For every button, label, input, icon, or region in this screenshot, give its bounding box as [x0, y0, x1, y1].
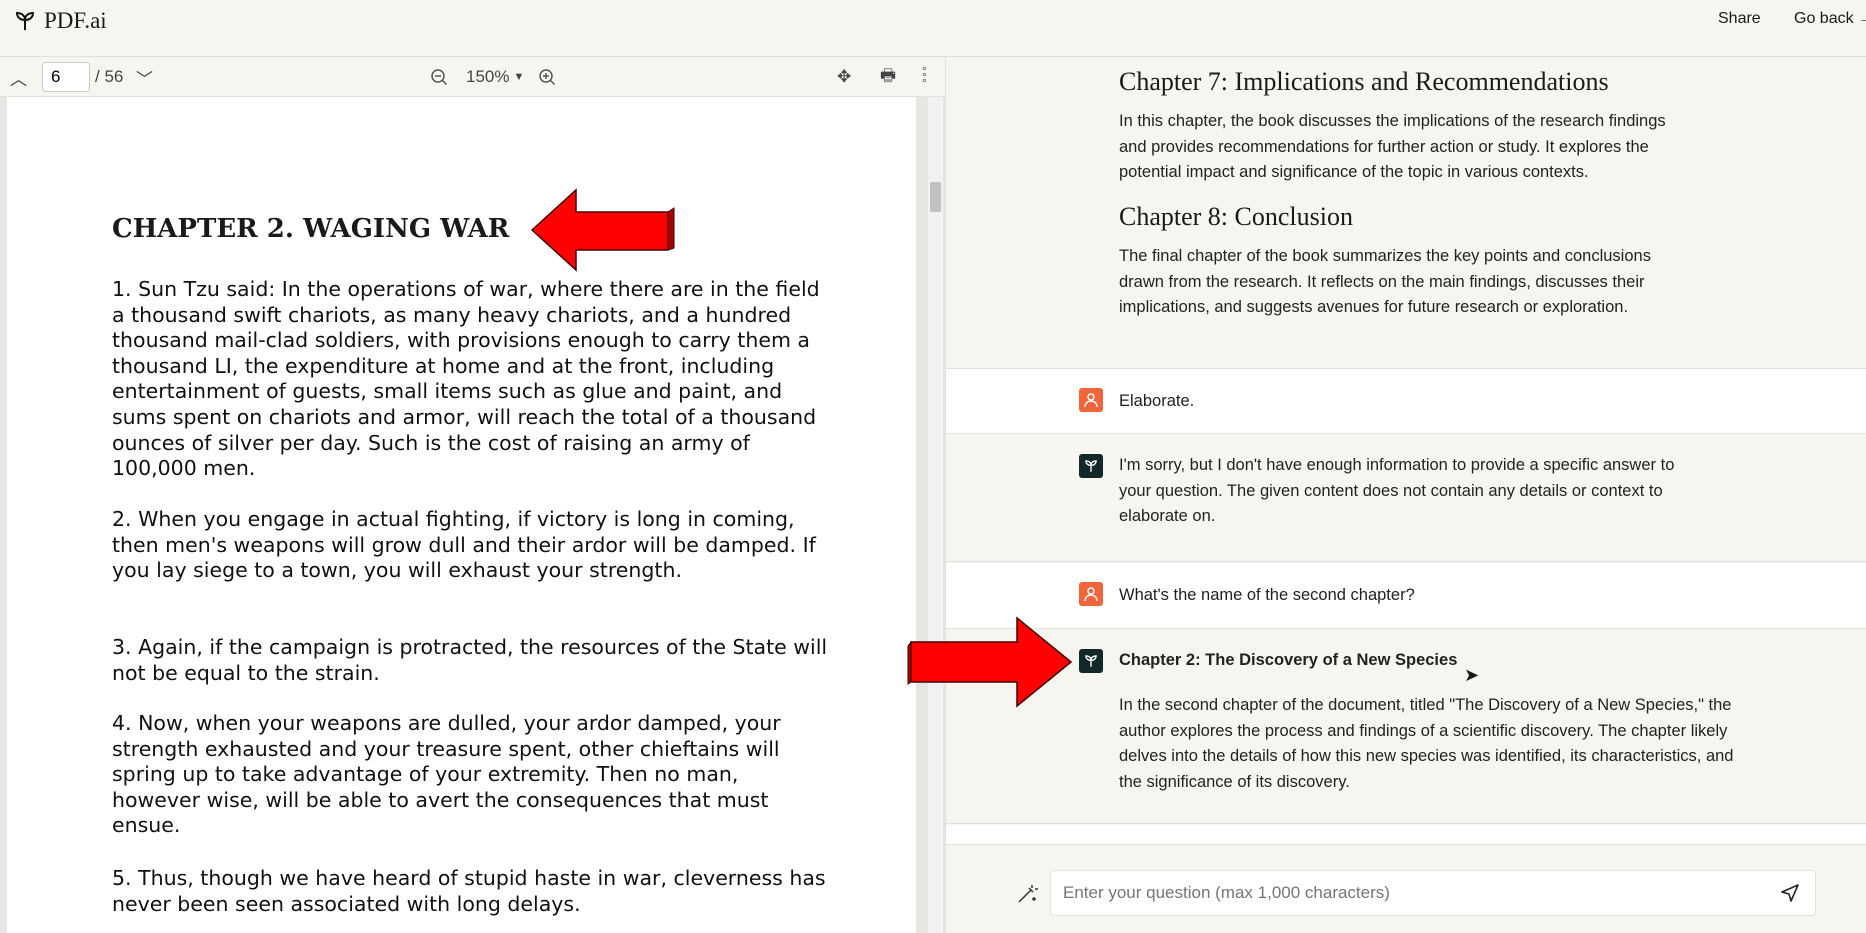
chat-input-area [946, 844, 1866, 933]
message-text: In the second chapter of the document, t… [1119, 696, 1734, 791]
pdf-paragraph: 1. Sun Tzu said: In the operations of wa… [112, 277, 820, 481]
send-icon[interactable] [1781, 884, 1799, 907]
share-button[interactable]: Share [1718, 10, 1761, 28]
zoom-out-icon[interactable] [430, 57, 448, 97]
chevron-down-icon[interactable]: ﹀ [136, 57, 153, 97]
app-title: PDF.ai [44, 8, 107, 33]
sprout-icon [15, 11, 35, 30]
message-text: Elaborate. [1119, 392, 1195, 410]
red-arrow-right-icon [907, 616, 1073, 708]
zoom-in-icon[interactable] [538, 57, 556, 97]
caret-down-icon: ▼ [513, 71, 525, 83]
app-header: PDF.ai Share Go back → [0, 0, 1866, 57]
pdf-paragraph: 4. Now, when your weapons are dulled, yo… [112, 711, 781, 838]
summary-heading: Chapter 8: Conclusion [1119, 202, 1353, 231]
scrollbar-thumb[interactable] [930, 182, 941, 212]
print-icon[interactable]: 🖶 [880, 57, 896, 97]
chapter-title: CHAPTER 2. WAGING WAR [112, 214, 510, 244]
magic-wand-icon[interactable] [1016, 883, 1038, 910]
message-text: What's the name of the second chapter? [1119, 586, 1415, 604]
user-avatar-icon [1079, 388, 1103, 412]
summary-text: In this chapter, the book discusses the … [1119, 112, 1666, 182]
pan-icon[interactable]: ✥ [837, 57, 851, 97]
mouse-cursor-icon: ➤ [1464, 665, 1480, 685]
summary-text: The final chapter of the book summarizes… [1119, 247, 1651, 317]
zoom-level: 150% [466, 67, 510, 86]
chat-panel: Chapter 7: Implications and Recommendati… [946, 57, 1866, 844]
summary-heading: Chapter 7: Implications and Recommendati… [1119, 67, 1609, 96]
user-message: What's the name of the second chapter? [946, 563, 1866, 629]
go-back-button[interactable]: Go back → [1794, 10, 1866, 28]
bot-avatar-icon [1079, 454, 1103, 478]
page-number-input[interactable] [42, 62, 90, 92]
page-total: / 56 [95, 67, 124, 86]
user-avatar-icon [1079, 582, 1103, 606]
bot-message: I'm sorry, but I don't have enough infor… [946, 435, 1866, 562]
question-input-box[interactable] [1050, 870, 1816, 916]
pdf-paragraph: 3. Again, if the campaign is protracted,… [112, 635, 828, 685]
message-title: Chapter 2: The Discovery of a New Specie… [1119, 651, 1458, 669]
bot-avatar-icon [1079, 649, 1103, 673]
chat-spacer [946, 825, 1866, 844]
chevron-up-icon[interactable]: ︿ [10, 57, 27, 97]
zoom-level-select[interactable]: 150% ▼ [466, 57, 524, 97]
question-input[interactable] [1051, 871, 1751, 915]
red-arrow-left-icon [530, 188, 675, 272]
more-options-icon[interactable]: ° ° ° [922, 57, 927, 97]
pdf-page: CHAPTER 2. WAGING WAR 1. Sun Tzu said: I… [7, 97, 916, 933]
pdf-scrollbar[interactable] [928, 97, 943, 933]
bot-message: Chapter 2: The Discovery of a New Specie… [946, 630, 1866, 824]
message-text: I'm sorry, but I don't have enough infor… [1119, 456, 1675, 526]
user-message: Elaborate. [946, 368, 1866, 434]
pdf-paragraph: 5. Thus, though we have heard of stupid … [112, 866, 826, 916]
logo[interactable]: PDF.ai [14, 8, 107, 34]
pdf-viewer: CHAPTER 2. WAGING WAR 1. Sun Tzu said: I… [0, 97, 945, 933]
pdf-paragraph: 2. When you engage in actual fighting, i… [112, 507, 816, 583]
pdf-toolbar: ︿ / 56 ﹀ 150%▼ ✥ 🖶 °°° [0, 57, 945, 97]
